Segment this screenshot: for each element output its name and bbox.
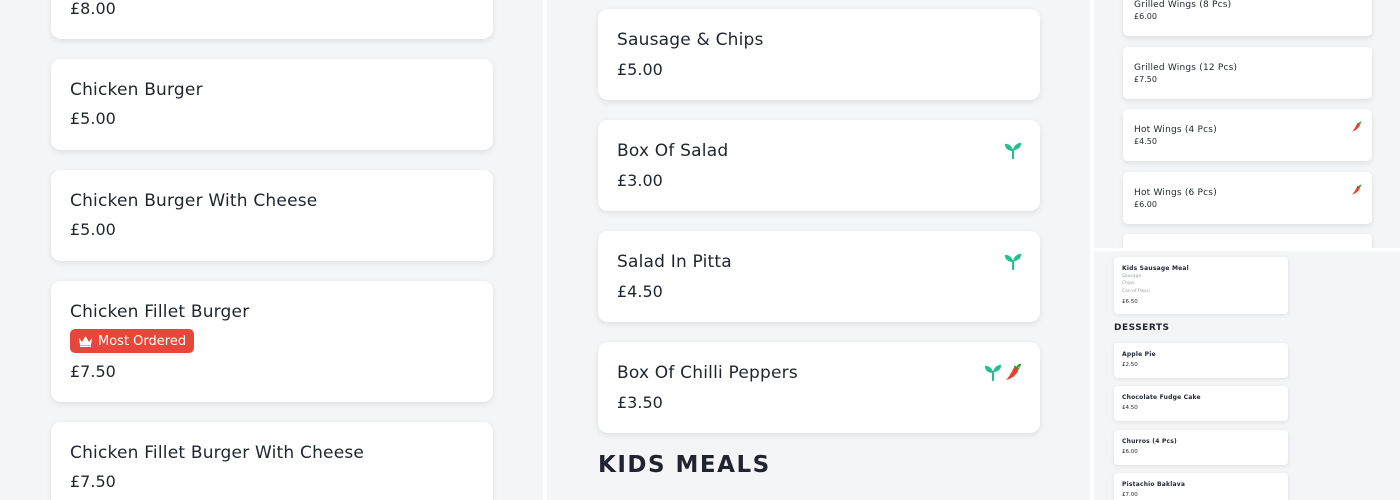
item-price: £8.00 (70, 0, 116, 18)
item-price: £6.50 (1122, 299, 1138, 305)
item-price: £5.00 (70, 220, 116, 239)
item-name: Chocolate Fudge Cake (1122, 394, 1201, 401)
menu-item-card[interactable]: Chicken Fillet Burger Most Ordered £7.50 (51, 281, 493, 402)
menu-item-card[interactable]: Hot Wings (6 Pcs) £6.00 (1123, 172, 1372, 224)
vegan-sprout-icon (1004, 252, 1022, 270)
item-name: Kids Sausage Meal (1122, 265, 1189, 272)
item-price: £3.00 (617, 171, 663, 190)
menu-item-card[interactable]: Chocolate Fudge Cake £4.50 (1114, 386, 1288, 421)
menu-panel-sides: Sausage & Chips £5.00 Box Of Salad £3.00… (547, 0, 1090, 500)
item-price: £7.50 (1134, 75, 1157, 84)
menu-item-card[interactable] (1123, 234, 1372, 248)
chilli-pepper-icon (1351, 184, 1362, 195)
item-name: Salad In Pitta (617, 252, 732, 272)
item-name: Pistachio Baklava (1122, 481, 1186, 488)
menu-item-card[interactable]: Hot Wings (4 Pcs) £4.50 (1123, 109, 1372, 161)
item-name: Hot Wings (4 Pcs) (1134, 125, 1217, 135)
item-description: Can of Pepsi (1122, 289, 1150, 294)
section-title-desserts: DESSERTS (1114, 323, 1170, 333)
menu-item-card[interactable]: Grilled Wings (8 Pcs) £6.00 (1123, 0, 1372, 36)
item-price: £4.50 (1134, 137, 1157, 146)
item-price: £6.00 (1134, 200, 1157, 209)
menu-item-card[interactable]: Chicken Fillet Burger With Cheese £7.50 (51, 422, 493, 500)
menu-panel-desserts: Kids Sausage Meal Sausage Chips Can of P… (1094, 251, 1400, 500)
item-name: Grilled Wings (12 Pcs) (1134, 63, 1238, 73)
item-name: Grilled Wings (8 Pcs) (1134, 0, 1232, 10)
section-title-kids-meals: KIDS MEALS (598, 452, 771, 478)
item-price: £6.00 (1134, 12, 1157, 21)
menu-item-card[interactable]: Chicken Burger With Cheese £5.00 (51, 170, 493, 261)
menu-item-card[interactable]: Pistachio Baklava £7.00 (1114, 473, 1288, 500)
chilli-pepper-icon (1004, 363, 1022, 381)
item-name: Churros (4 Pcs) (1122, 438, 1177, 445)
menu-item-card[interactable]: Apple Pie £2.50 (1114, 343, 1288, 378)
item-name: Chicken Burger (70, 80, 203, 100)
menu-panel-burgers: £8.00 Chicken Burger £5.00 Chicken Burge… (0, 0, 543, 500)
item-price: £7.00 (1122, 492, 1138, 498)
item-name: Box Of Chilli Peppers (617, 363, 798, 383)
item-name: Chicken Burger With Cheese (70, 191, 318, 211)
chilli-pepper-icon (1351, 121, 1362, 132)
item-name: Box Of Salad (617, 141, 729, 161)
item-price: £7.50 (70, 472, 116, 491)
item-price: £4.50 (1122, 405, 1138, 411)
item-description: Chips (1122, 281, 1135, 286)
item-description: Sausage (1122, 274, 1142, 279)
item-name: Sausage & Chips (617, 30, 764, 50)
item-price: £3.50 (617, 393, 663, 412)
menu-item-card[interactable]: Sausage & Chips £5.00 (598, 9, 1040, 100)
most-ordered-badge: Most Ordered (70, 329, 195, 353)
vegan-sprout-icon (984, 363, 1002, 381)
item-price: £5.00 (617, 60, 663, 79)
vegan-sprout-icon (1004, 141, 1022, 159)
menu-item-card[interactable]: Chicken Burger £5.00 (51, 59, 493, 150)
menu-item-card[interactable]: Salad In Pitta £4.50 (598, 231, 1040, 322)
menu-item-card[interactable]: Box Of Salad £3.00 (598, 120, 1040, 211)
menu-item-card[interactable]: Kids Sausage Meal Sausage Chips Can of P… (1114, 257, 1288, 314)
item-price: £4.50 (617, 282, 663, 301)
item-name: Hot Wings (6 Pcs) (1134, 188, 1217, 198)
crown-icon (79, 336, 92, 347)
item-price: £2.50 (1122, 362, 1138, 368)
menu-panel-wings: Grilled Wings (8 Pcs) £6.00 Grilled Wing… (1094, 0, 1400, 248)
menu-item-card[interactable]: Churros (4 Pcs) £6.00 (1114, 430, 1288, 465)
menu-item-card[interactable]: £8.00 (51, 0, 493, 39)
item-price: £6.00 (1122, 449, 1138, 455)
menu-item-card[interactable]: Grilled Wings (12 Pcs) £7.50 (1123, 47, 1372, 99)
menu-item-card[interactable]: Box Of Chilli Peppers £3.50 (598, 342, 1040, 433)
item-name: Chicken Fillet Burger With Cheese (70, 443, 365, 463)
item-price: £7.50 (70, 362, 116, 381)
item-name: Apple Pie (1122, 351, 1156, 358)
item-price: £5.00 (70, 109, 116, 128)
badge-label: Most Ordered (98, 333, 187, 349)
item-name: Chicken Fillet Burger (70, 302, 250, 322)
